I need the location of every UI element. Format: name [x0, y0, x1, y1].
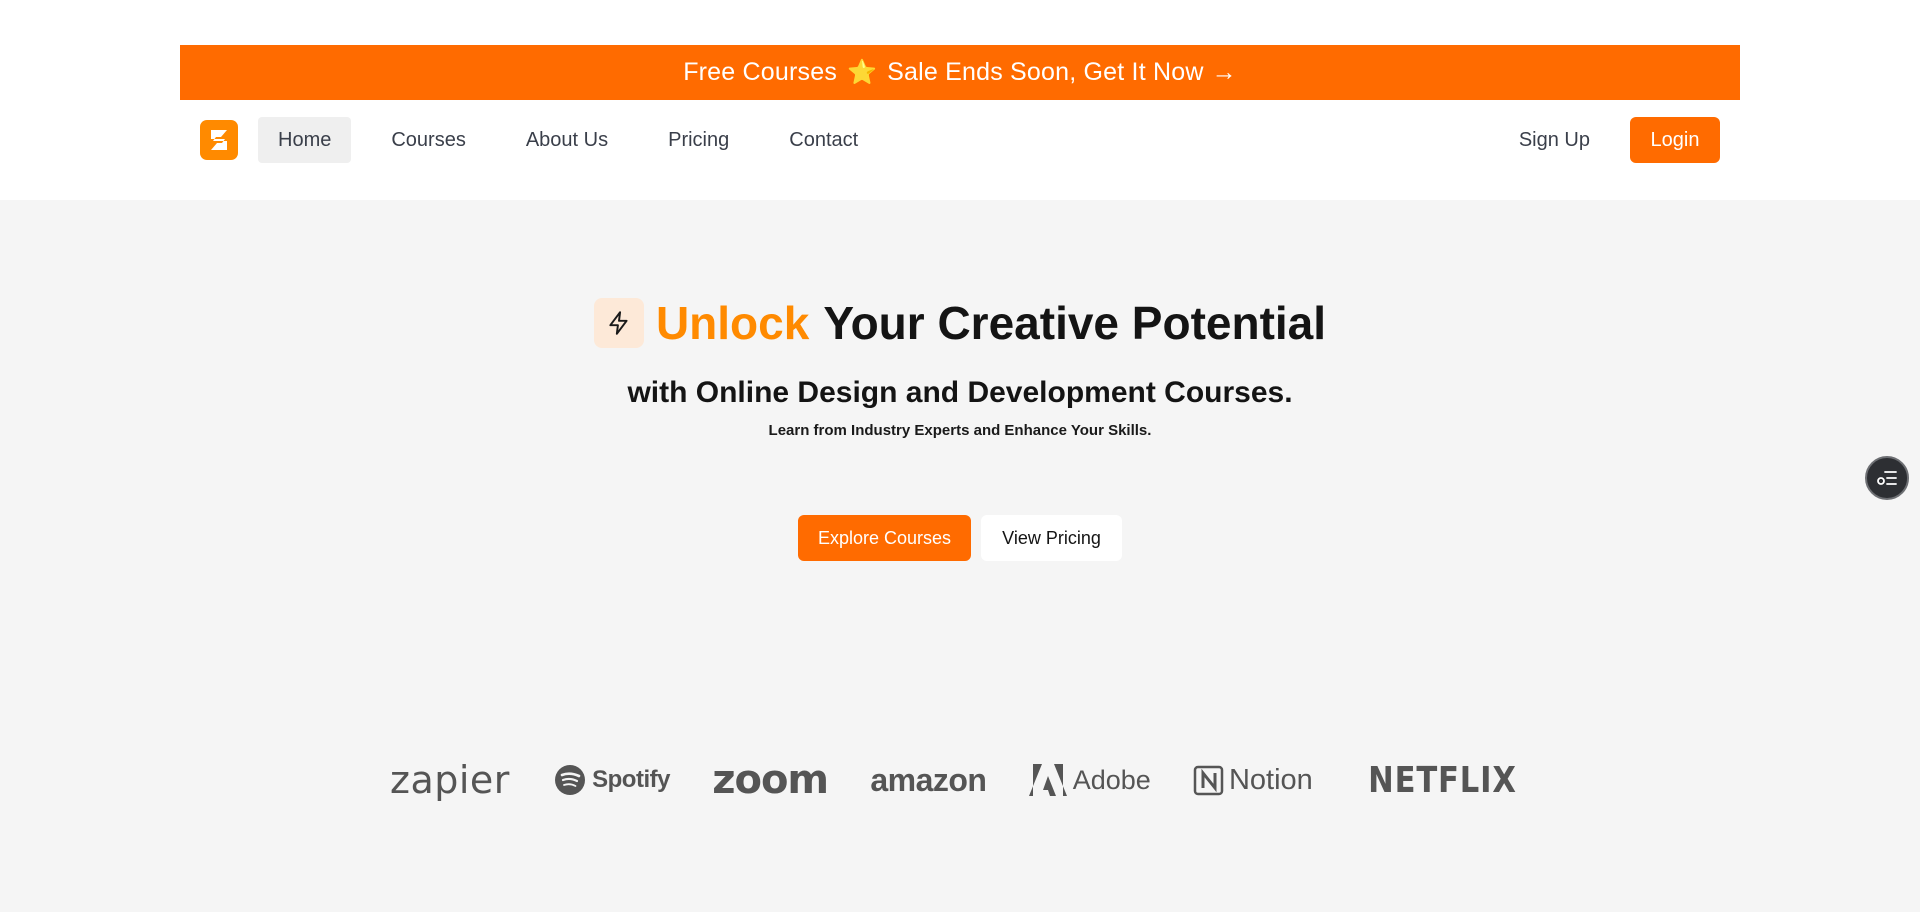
banner-text-before: Free Courses: [683, 58, 838, 86]
adobe-icon: [1028, 764, 1067, 796]
amazon-logo: amazon: [870, 761, 987, 798]
main-navigation: Home Courses About Us Pricing Contact Si…: [180, 100, 1740, 180]
nav-item-contact[interactable]: Contact: [769, 117, 878, 163]
banner-text-after: Sale Ends Soon, Get It Now: [887, 58, 1204, 86]
explore-courses-button[interactable]: Explore Courses: [798, 515, 971, 561]
nav-item-home[interactable]: Home: [258, 117, 352, 163]
brand-logo-icon[interactable]: [200, 120, 238, 160]
spotify-icon: [555, 765, 586, 795]
spotify-logo: Spotify: [552, 764, 670, 796]
headline-rest: Your Creative Potential: [823, 297, 1327, 349]
hero-subheadline: with Online Design and Development Cours…: [627, 376, 1293, 409]
hero-section: Unlock Your Creative Potential with Onli…: [0, 200, 1920, 912]
arrow-right-icon: →: [1211, 58, 1237, 86]
zoom-logo: zoom: [712, 757, 829, 803]
lightning-bolt-icon: [593, 298, 644, 348]
netflix-logo: NETFLIX: [1368, 759, 1517, 801]
login-button[interactable]: Login: [1630, 117, 1720, 163]
notion-icon: [1193, 765, 1224, 796]
adobe-logo: Adobe: [1028, 764, 1151, 796]
hero-headline: Unlock Your Creative Potential: [0, 296, 1920, 350]
headline-accent: Unlock: [655, 297, 810, 349]
sign-up-link[interactable]: Sign Up: [1499, 117, 1610, 163]
nav-item-pricing[interactable]: Pricing: [648, 117, 749, 163]
settings-list-icon[interactable]: [1865, 456, 1909, 500]
star-icon: ⭐: [847, 58, 878, 86]
promo-banner[interactable]: Free Courses ⭐ Sale Ends Soon, Get It No…: [180, 45, 1740, 100]
nav-links: Home Courses About Us Pricing Contact: [258, 117, 898, 163]
nav-item-courses[interactable]: Courses: [371, 117, 485, 163]
notion-logo: Notion: [1193, 764, 1313, 797]
nav-item-about-us[interactable]: About Us: [506, 117, 628, 163]
view-pricing-button[interactable]: View Pricing: [981, 515, 1122, 561]
brand-logos-row: zapier Spotify zoom amazon Adobe Notion …: [390, 757, 1530, 803]
zapier-logo: zapier: [390, 758, 510, 802]
top-header: Free Courses ⭐ Sale Ends Soon, Get It No…: [0, 0, 1920, 200]
hero-tagline: Learn from Industry Experts and Enhance …: [768, 422, 1152, 439]
